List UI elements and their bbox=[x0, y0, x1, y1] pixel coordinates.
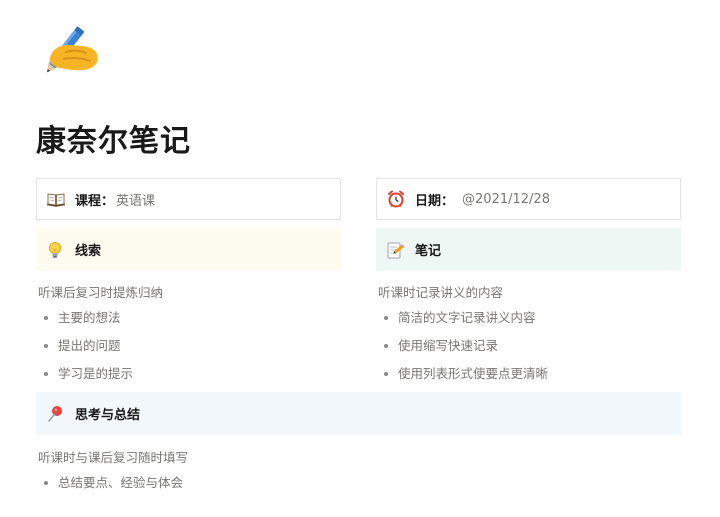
cues-description[interactable]: 听课后复习时提炼归纳 bbox=[38, 282, 163, 301]
summary-description[interactable]: 听课时与课后复习随时填写 bbox=[38, 447, 188, 466]
property-course-value[interactable]: 英语课 bbox=[116, 190, 155, 209]
property-date[interactable]: 日期 ： @2021/12/28 bbox=[376, 178, 681, 220]
callout-cues-title: 线索 bbox=[75, 244, 102, 259]
alarm-clock-icon bbox=[386, 189, 406, 209]
memo-icon bbox=[385, 240, 405, 260]
open-book-icon bbox=[46, 189, 66, 209]
list-item[interactable]: 使用列表形式使要点更清晰 bbox=[376, 360, 548, 388]
light-bulb-icon bbox=[45, 240, 65, 260]
callout-cues[interactable]: 线索 bbox=[36, 228, 341, 271]
property-course-colon: ： bbox=[101, 193, 115, 209]
property-course[interactable]: 课程 ： 英语课 bbox=[36, 178, 341, 220]
property-date-value[interactable]: @2021/12/28 bbox=[462, 192, 550, 207]
list-item[interactable]: 学习是的提示 bbox=[36, 360, 133, 388]
list-item[interactable]: 主要的想法 bbox=[36, 304, 133, 332]
callout-summary[interactable]: 思考与总结 bbox=[36, 392, 681, 435]
list-item[interactable]: 简洁的文字记录讲义内容 bbox=[376, 304, 548, 332]
callout-notes-title: 笔记 bbox=[415, 244, 442, 259]
writing-hand-icon[interactable] bbox=[36, 14, 102, 76]
callout-summary-title: 思考与总结 bbox=[75, 408, 141, 423]
cues-list: 主要的想法 提出的问题 学习是的提示 bbox=[36, 304, 133, 388]
callout-notes[interactable]: 笔记 bbox=[376, 228, 681, 271]
list-item[interactable]: 使用缩写快速记录 bbox=[376, 332, 548, 360]
property-date-label: 日期 bbox=[415, 193, 442, 209]
list-item[interactable]: 总结要点、经验与体会 bbox=[36, 469, 183, 497]
property-date-colon: ： bbox=[441, 193, 455, 209]
notion-page: 康奈尔笔记 课程 ： 英语课 日期 ： @2021/12/28 线索 笔记 听课… bbox=[0, 0, 720, 517]
page-title[interactable]: 康奈尔笔记 bbox=[36, 116, 191, 160]
notes-list: 简洁的文字记录讲义内容 使用缩写快速记录 使用列表形式使要点更清晰 bbox=[376, 304, 548, 388]
list-item[interactable]: 提出的问题 bbox=[36, 332, 133, 360]
pushpin-icon bbox=[45, 404, 65, 424]
notes-description[interactable]: 听课时记录讲义的内容 bbox=[378, 282, 503, 301]
summary-list: 总结要点、经验与体会 bbox=[36, 469, 183, 497]
property-course-label: 课程 bbox=[75, 193, 102, 209]
